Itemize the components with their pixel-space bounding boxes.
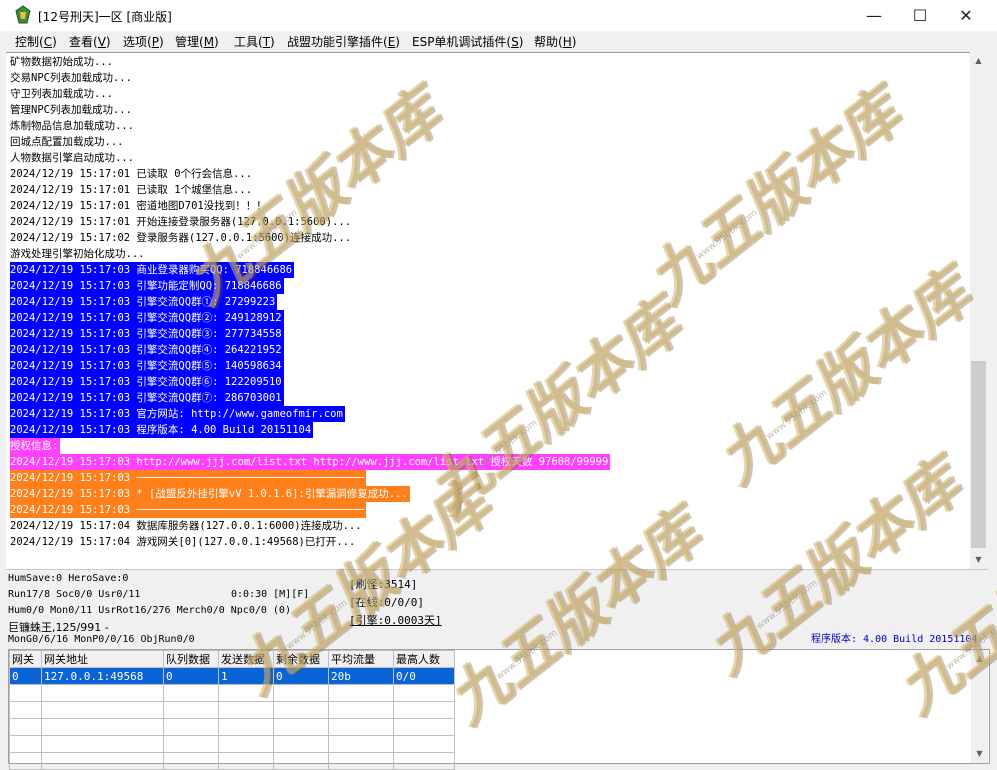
window-title: [12号刑天]一区 [商业版] — [38, 10, 172, 24]
table-row[interactable]: 0 127.0.0.1:49568 0 1 0 20b 0/0 — [9, 667, 455, 685]
log-line: 2024/12/19 15:17:03 程序版本: 4.00 Build 201… — [10, 422, 314, 438]
engine-status: [引擎:0.0003天] — [349, 614, 442, 627]
online-status: [在线:0/0/0] — [349, 596, 424, 609]
log-line: 2024/12/19 15:17:03 引擎交流QQ群③: 277734558 — [10, 326, 284, 342]
hum-save-status: HumSave:0 HeroSave:0 — [8, 573, 129, 584]
uptime-status: 0:0:30 [M][F] — [231, 589, 310, 600]
app-icon — [15, 5, 31, 24]
log-line: 2024/12/19 15:17:03 引擎交流QQ群⑥: 122209510 — [10, 374, 284, 390]
log-line: 回城点配置加载成功... — [10, 136, 124, 148]
gateway-table[interactable]: 网关 网关地址 队列数据 发送数据 剩余数据 平均流量 最高人数 0 127.0… — [8, 649, 990, 770]
cell-gateway-address: 127.0.0.1:49568 — [41, 667, 164, 685]
version-status: 程序版本: 4.00 Build 20151104 — [811, 634, 978, 645]
log-line: 守卫列表加载成功... — [10, 88, 113, 100]
log-line: 2024/12/19 15:17:04 数据库服务器(127.0.0.1:600… — [10, 520, 362, 532]
log-line: 2024/12/19 15:17:03 官方网站: http://www.gam… — [10, 406, 345, 422]
menu-manage[interactable]: 管理(M) — [175, 33, 219, 50]
log-line: 2024/12/19 15:17:02 登录服务器(127.0.0.1:5600… — [10, 232, 352, 244]
col-send-data[interactable]: 发送数据 — [218, 650, 274, 668]
col-gateway-address[interactable]: 网关地址 — [41, 650, 164, 668]
cell-queue-data: 0 — [163, 667, 219, 685]
log-line: 矿物数据初始成功... — [10, 56, 113, 68]
log-line: 2024/12/19 15:17:01 已读取 0个行会信息... — [10, 168, 253, 180]
cell-gateway: 0 — [9, 667, 42, 685]
cell-max-users: 0/0 — [393, 667, 455, 685]
table-scroll-up-icon[interactable]: ▲ — [971, 652, 988, 666]
title-bar: [12号刑天]一区 [商业版] — ☐ ✕ — [0, 0, 997, 31]
log-line: 2024/12/19 15:17:03 商业登录器购买QQ: 718846686 — [10, 262, 295, 278]
mon-status: MonG0/6/16 MonP0/0/16 ObjRun0/0 — [8, 634, 195, 645]
log-line: 授权信息: — [10, 438, 61, 454]
empty-row — [9, 735, 455, 753]
col-max-users[interactable]: 最高人数 — [393, 650, 455, 668]
col-queue-data[interactable]: 队列数据 — [163, 650, 219, 668]
log-line: 2024/12/19 15:17:03 引擎交流QQ群④: 264221952 — [10, 342, 284, 358]
log-line: 2024/12/19 15:17:03 http://www.jjj.com/l… — [10, 454, 611, 470]
status-panel: HumSave:0 HeroSave:0 Run17/8 Soc0/0 Usr0… — [6, 569, 988, 648]
maximize-button[interactable]: ☐ — [897, 0, 943, 31]
log-line: 交易NPC列表加载成功... — [10, 72, 132, 84]
table-scroll-down-icon[interactable]: ▼ — [971, 747, 988, 761]
hum-status: Hum0/0 Mon0/11 UsrRot16/276 Merch0/0 Npc… — [8, 605, 291, 616]
log-line: 2024/12/19 15:17:01 密道地图D701没找到！！！ — [10, 200, 267, 212]
empty-row — [9, 718, 455, 736]
empty-row — [9, 684, 455, 702]
server-log[interactable]: 矿物数据初始成功... 交易NPC列表加载成功... 守卫列表加载成功... 管理NP… — [6, 52, 970, 569]
log-line: 2024/12/19 15:17:03 ────────────────────… — [10, 470, 367, 486]
log-line: 管理NPC列表加载成功... — [10, 104, 132, 116]
col-gateway[interactable]: 网关 — [9, 650, 42, 668]
app-window: [12号刑天]一区 [商业版] — ☐ ✕ 控制(C) 查看(V) 选项(P) … — [0, 0, 997, 770]
run-status: Run17/8 Soc0/0 Usr0/11 — [8, 589, 141, 600]
menu-view[interactable]: 查看(V) — [69, 33, 111, 50]
log-line: 2024/12/19 15:17:03 ────────────────────… — [10, 502, 367, 518]
log-line: 2024/12/19 15:17:03 引擎交流QQ群⑦: 286703001 — [10, 390, 284, 406]
log-line: 2024/12/19 15:17:01 开始连接登录服务器(127.0.0.1:… — [10, 216, 352, 228]
menu-alliance-plugin[interactable]: 战盟功能引擎插件(E) — [287, 33, 400, 50]
log-line: 2024/12/19 15:17:03 引擎交流QQ群①: 27299223 — [10, 294, 278, 310]
cell-send-data: 1 — [218, 667, 274, 685]
empty-row — [9, 752, 455, 770]
scroll-up-icon[interactable]: ▲ — [970, 54, 987, 68]
log-line: 2024/12/19 15:17:03 * [战盟反外挂引擎vV 1.0.1.6… — [10, 486, 410, 502]
log-line: 2024/12/19 15:17:03 引擎交流QQ群②: 249128912 — [10, 310, 284, 326]
menu-options[interactable]: 选项(P) — [123, 33, 164, 50]
empty-row — [9, 701, 455, 719]
monster-status: 巨镰蛛王,125/991 - — [8, 621, 109, 634]
log-line: 2024/12/19 15:17:03 引擎功能定制QQ: 718846686 — [10, 278, 284, 294]
menu-bar: 控制(C) 查看(V) 选项(P) 管理(M) 工具(T) 战盟功能引擎插件(E… — [0, 31, 997, 51]
menu-help[interactable]: 帮助(H) — [534, 33, 576, 50]
minimize-button[interactable]: — — [851, 0, 897, 31]
log-line: 人物数据引擎启动成功... — [10, 152, 134, 164]
col-remaining-data[interactable]: 剩余数据 — [273, 650, 329, 668]
cell-remaining-data: 0 — [273, 667, 329, 685]
menu-tools[interactable]: 工具(T) — [234, 33, 275, 50]
menu-esp-plugin[interactable]: ESP单机调试插件(S) — [412, 33, 523, 50]
log-line: 2024/12/19 15:17:04 游戏网关[0](127.0.0.1:49… — [10, 536, 356, 548]
log-line: 游戏处理引擎初始化成功... — [10, 248, 145, 260]
log-line: 2024/12/19 15:17:01 已读取 1个城堡信息... — [10, 184, 253, 196]
menu-control[interactable]: 控制(C) — [15, 33, 57, 50]
log-scroll-thumb[interactable] — [971, 361, 986, 548]
gateway-table-header: 网关 网关地址 队列数据 发送数据 剩余数据 平均流量 最高人数 — [9, 650, 455, 668]
log-line: 2024/12/19 15:17:03 引擎交流QQ群⑤: 140598634 — [10, 358, 284, 374]
cell-avg-traffic: 20b — [328, 667, 394, 685]
col-avg-traffic[interactable]: 平均流量 — [328, 650, 394, 668]
close-button[interactable]: ✕ — [943, 0, 989, 31]
log-line: 炼制物品信息加载成功... — [10, 120, 134, 132]
scroll-down-icon[interactable]: ▼ — [970, 553, 987, 567]
refresh-status: [刷怪:3514] — [349, 578, 418, 591]
